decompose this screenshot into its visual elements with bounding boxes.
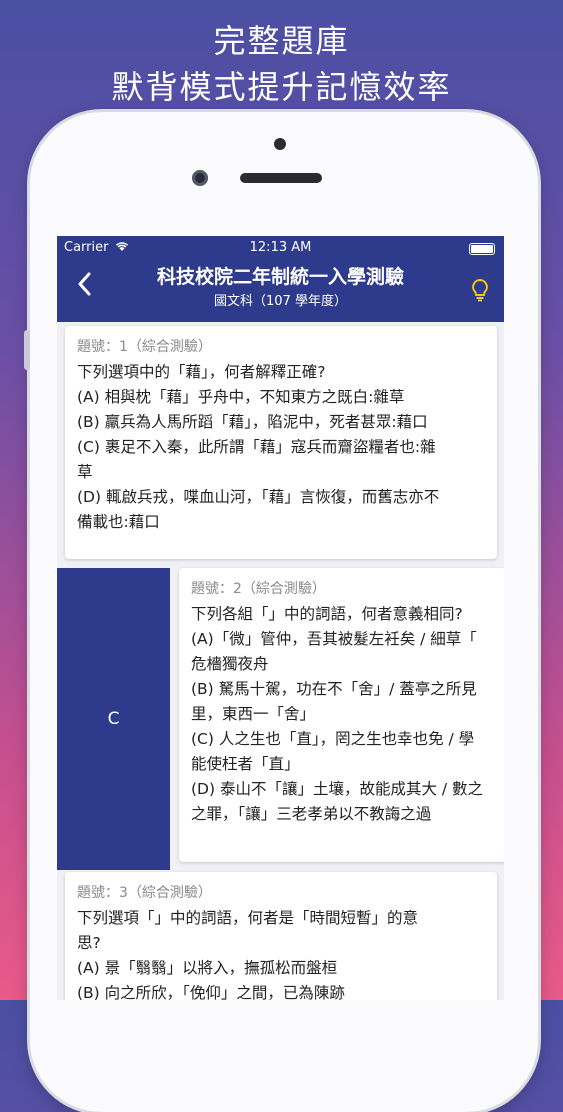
option-line: (B) 向之所欣，「俛仰」之間，已為陳跡 (77, 984, 345, 1000)
navigation-bar: Carrier 12:13 AM 科技校院二年制統一入學測驗 國文科（107 學… (57, 236, 504, 322)
option-line: (C) 裹足不入秦，此所謂「藉」寇兵而齎盜糧者也:雜 (77, 438, 436, 456)
answer-label: C (107, 709, 120, 729)
page-subtitle: 國文科（107 學年度） (214, 294, 347, 309)
promo-subheadline: 默背模式提升記憶效率 (111, 68, 452, 106)
page-title: 科技校院二年制統一入學測驗 (156, 266, 404, 288)
option-line: 里，東西一「舍」 (191, 705, 316, 723)
question-stem: 思? (77, 934, 101, 952)
question-card[interactable]: 題號：2（綜合測驗） 下列各組「」中的詞語，何者意義相同? (A)「微」管仲，吾… (179, 568, 504, 862)
question-stem: 下列選項中的「藉」，何者解釋正確? (77, 363, 326, 381)
option-line: (D) 泰山不「讓」土壤，故能成其大 / 數之 (191, 780, 484, 798)
phone-speaker (240, 173, 322, 183)
option-line: 能使枉者「直」 (191, 755, 300, 773)
question-card[interactable]: 題號：1（綜合測驗） 下列選項中的「藉」，何者解釋正確? (A) 相與枕「藉」乎… (65, 326, 497, 559)
status-bar: Carrier 12:13 AM (57, 240, 504, 260)
status-time: 12:13 AM (249, 240, 312, 255)
question-list[interactable]: 題號：1（綜合測驗） 下列選項中的「藉」，何者解釋正確? (A) 相與枕「藉」乎… (57, 322, 504, 1000)
question-card[interactable]: 題號：3（綜合測驗） 下列選項「」中的詞語，何者是「時間短暫」的意 思? (A)… (65, 872, 497, 1000)
option-line: (A) 景「翳翳」以將入，撫孤松而盤桓 (77, 959, 338, 977)
battery-icon (469, 243, 495, 255)
option-line: 危檣獨夜舟 (191, 655, 269, 673)
question-number: 題號：2（綜合測驗） (191, 581, 326, 597)
option-line: 備載也:藉口 (77, 513, 160, 531)
question-stem: 下列選項「」中的詞語，何者是「時間短暫」的意 (77, 909, 419, 927)
answer-reveal-panel[interactable]: C (57, 568, 170, 870)
option-line: (B) 羸兵為人馬所蹈「藉」，陷泥中，死者甚眾:藉口 (77, 413, 428, 431)
option-line: (A) 相與枕「藉」乎舟中，不知東方之既白:雜草 (77, 388, 405, 406)
hint-button[interactable] (470, 278, 490, 302)
option-line: (B) 駑馬十駕，功在不「舍」/ 蓋亭之所見 (191, 680, 477, 698)
option-line: (D) 輒啟兵戎，喋血山河，「藉」言恢復，而舊志亦不 (77, 488, 440, 506)
option-line: (A)「微」管仲，吾其被髮左衽矣 / 細草「 (191, 630, 477, 648)
option-line: 之罪，「讓」三老孝弟以不教誨之過 (191, 805, 432, 823)
question-number: 題號：1（綜合測驗） (77, 339, 212, 355)
promo-headline: 完整題庫 (213, 22, 350, 60)
app-screen: Carrier 12:13 AM 科技校院二年制統一入學測驗 國文科（107 學… (57, 236, 504, 1000)
phone-side-button (24, 330, 30, 370)
option-line: (C) 人之生也「直」，罔之生也幸也免 / 學 (191, 730, 475, 748)
question-number: 題號：3（綜合測驗） (77, 885, 212, 901)
option-line: 草 (77, 463, 93, 481)
phone-sensor (274, 138, 286, 150)
question-stem: 下列各組「」中的詞語，何者意義相同? (191, 605, 463, 623)
front-camera-icon (192, 170, 208, 186)
lightbulb-icon (472, 278, 488, 302)
